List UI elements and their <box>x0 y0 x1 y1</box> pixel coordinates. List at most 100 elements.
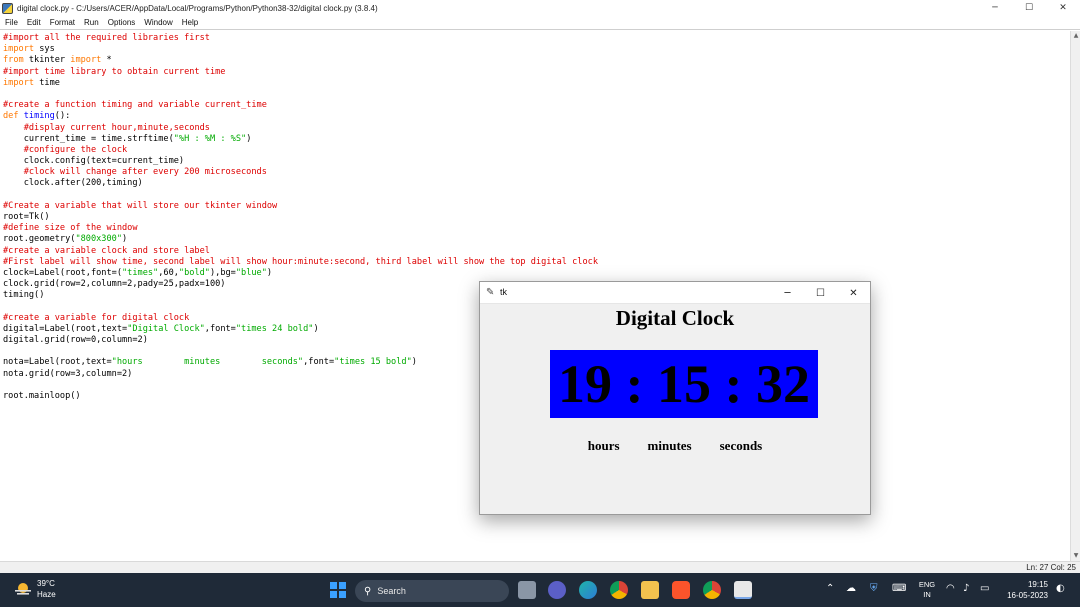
code-token: #import all the required libraries first <box>3 33 210 43</box>
code-token: "times" <box>122 267 159 278</box>
weather-temperature: 39°C <box>37 579 55 588</box>
code-token: root.mainloop() <box>3 391 81 401</box>
code-token: root.geometry( <box>3 234 76 245</box>
search-label: Search <box>377 586 406 596</box>
unit-minutes: minutes <box>647 438 692 453</box>
notification-icon[interactable]: ◐ <box>1056 583 1065 594</box>
code-token: import <box>3 77 35 88</box>
menu-edit[interactable]: Edit <box>27 18 41 27</box>
code-token: ),bg= <box>209 267 236 278</box>
menu-help[interactable]: Help <box>182 18 198 27</box>
code-line: clock.config(text=current_time) <box>3 156 1070 167</box>
idle-app-icon[interactable] <box>734 581 752 599</box>
code-token: ) <box>246 133 252 144</box>
code-token: tkinter <box>23 55 71 66</box>
code-token: current_time = time.strftime( <box>3 133 174 144</box>
close-icon[interactable]: ✕ <box>1046 0 1080 16</box>
code-line: current_time = time.strftime("%H : %M : … <box>3 134 1070 145</box>
chevron-up-icon[interactable]: ⌃ <box>826 583 834 594</box>
idle-titlebar: digital clock.py - C:/Users/ACER/AppData… <box>0 0 1080 16</box>
chrome-profile-icon[interactable] <box>703 581 721 599</box>
code-token: #clock will change after every 200 micro… <box>23 167 267 178</box>
tk-window-title: tk <box>500 287 508 297</box>
editor-scrollbar[interactable]: ▲ ▼ <box>1070 31 1080 561</box>
code-token: clock=Label(root,font=( <box>3 267 122 278</box>
language-indicator[interactable]: ENG IN <box>917 580 937 600</box>
weather-condition: Haze <box>37 590 56 599</box>
idle-menubar: File Edit Format Run Options Window Help <box>0 16 1080 30</box>
start-button[interactable] <box>330 582 346 598</box>
scroll-up-icon[interactable]: ▲ <box>1071 31 1080 41</box>
code-token: "blue" <box>235 267 267 278</box>
wifi-icon[interactable]: ◠ <box>946 583 955 594</box>
cursor-position: Ln: 27 Col: 25 <box>1026 563 1076 572</box>
code-token: (): <box>54 111 71 122</box>
battery-icon[interactable]: ▭ <box>980 583 989 594</box>
brave-icon[interactable] <box>672 581 690 599</box>
code-token: "800x300" <box>75 234 123 245</box>
weather-widget[interactable]: 39°C Haze <box>14 578 56 600</box>
idle-window-controls: ─ ☐ ✕ <box>978 0 1080 16</box>
digital-clock-heading: Digital Clock <box>615 306 735 330</box>
unit-hours: hours <box>587 438 620 453</box>
search-icon: ⚲ <box>364 585 372 597</box>
task-view-icon[interactable] <box>518 581 536 599</box>
system-time: 19:15 <box>1027 580 1048 589</box>
menu-options[interactable]: Options <box>108 18 136 27</box>
code-token: #configure the clock <box>23 144 128 155</box>
code-line: clock.after(200,timing) <box>3 178 1070 189</box>
edge-icon[interactable] <box>579 581 597 599</box>
maximize-icon[interactable]: ☐ <box>1012 0 1046 16</box>
code-line: def timing(): <box>3 111 1070 122</box>
idle-statusbar: Ln: 27 Col: 25 <box>0 561 1080 573</box>
python-idle-icon <box>2 2 13 14</box>
code-token: #create a function timing and variable c… <box>3 100 267 111</box>
code-token: "bold" <box>178 267 210 278</box>
defender-icon[interactable]: ⛨ <box>870 583 878 594</box>
system-clock[interactable]: 19:15 16-05-2023 <box>1000 579 1048 601</box>
tk-minimize-icon[interactable]: ─ <box>771 282 804 304</box>
code-token: "hours minutes seconds" <box>111 357 304 368</box>
tk-close-icon[interactable]: ✕ <box>837 282 870 304</box>
code-token: "times 24 bold" <box>235 323 314 334</box>
menu-file[interactable]: File <box>5 18 18 27</box>
tk-maximize-icon[interactable]: ☐ <box>804 282 837 304</box>
minimize-icon[interactable]: ─ <box>978 0 1012 16</box>
file-explorer-icon[interactable] <box>641 581 659 599</box>
menu-format[interactable]: Format <box>50 18 75 27</box>
code-line: #import all the required libraries first <box>3 33 1070 44</box>
scroll-down-icon[interactable]: ▼ <box>1071 551 1080 561</box>
code-token: #import time library to obtain current t… <box>3 66 226 77</box>
unit-seconds: seconds <box>719 438 763 453</box>
code-token: ) <box>313 323 319 334</box>
haze-icon <box>15 583 31 595</box>
code-line: #create a variable clock and store label <box>3 246 1070 257</box>
code-line: root.geometry("800x300") <box>3 234 1070 245</box>
code-token: #create a variable for digital clock <box>3 312 190 323</box>
code-token: clock.after(200,timing) <box>3 178 143 189</box>
tk-window: ✎ tk ─ ☐ ✕ Digital Clock 19 : 15 : 32 ho… <box>479 281 871 515</box>
code-line: #Create a variable that will store our t… <box>3 201 1070 212</box>
menu-window[interactable]: Window <box>144 18 172 27</box>
code-token: #create a variable clock and store label <box>3 245 210 256</box>
code-token: timing() <box>3 290 45 301</box>
taskbar-search[interactable]: ⚲ Search <box>355 580 509 602</box>
code-token: clock.grid(row=2,column=2,pady=25,padx=1… <box>3 279 226 290</box>
keyboard-icon[interactable]: ⌨ <box>892 583 906 594</box>
code-token: #First label will show time, second labe… <box>3 256 598 267</box>
code-token: #display current hour,minute,seconds <box>23 122 210 133</box>
meet-icon[interactable] <box>548 581 566 599</box>
code-token: ,font= <box>204 323 236 334</box>
cloud-icon[interactable]: ☁ <box>846 583 856 594</box>
chrome-icon[interactable] <box>610 581 628 599</box>
volume-icon[interactable]: ♪ <box>963 583 969 594</box>
language-code: ENG <box>918 580 936 589</box>
menu-run[interactable]: Run <box>84 18 99 27</box>
code-token: time <box>34 77 60 88</box>
code-token: import <box>3 44 35 55</box>
feather-icon: ✎ <box>486 287 495 298</box>
